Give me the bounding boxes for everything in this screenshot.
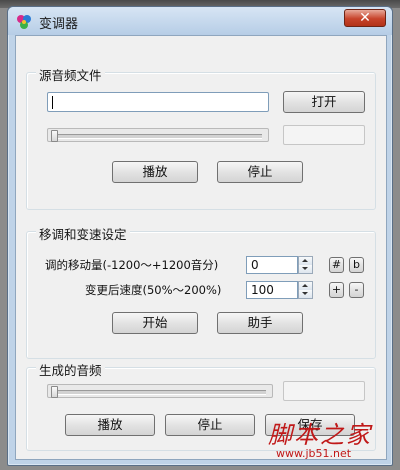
source-time-display xyxy=(283,125,365,145)
speed-input[interactable]: 100 xyxy=(246,281,298,299)
speed-label: 变更后速度(50%～200%) xyxy=(85,283,222,297)
minus-button[interactable]: - xyxy=(349,282,364,298)
pitch-shift-label: 调的移动量(-1200～+1200音分) xyxy=(45,258,219,272)
sharp-button[interactable]: # xyxy=(329,257,344,273)
client-area: 源音频文件 打开 播放 停止 移调和变速设定 调的移动量(-1200～+1200… xyxy=(15,35,387,460)
app-icon xyxy=(17,15,31,29)
title-bar[interactable]: 变调器 ✕ xyxy=(8,7,392,35)
open-button[interactable]: 打开 xyxy=(283,91,365,113)
app-window: 变调器 ✕ 源音频文件 打开 播放 停止 移调和变速设定 调的移动量(-1200… xyxy=(7,6,393,466)
output-group-label: 生成的音频 xyxy=(36,360,105,379)
pitch-shift-spinner[interactable] xyxy=(298,256,313,274)
watermark-text: 脚本之家 xyxy=(268,421,372,449)
source-group-label: 源音频文件 xyxy=(36,65,105,84)
slider-thumb[interactable] xyxy=(51,386,58,398)
slider-groove xyxy=(56,134,262,139)
arrow-up-icon xyxy=(302,259,308,262)
slider-groove xyxy=(56,390,266,395)
pitch-shift-input[interactable]: 0 xyxy=(246,256,298,274)
plus-button[interactable]: + xyxy=(329,282,344,298)
assistant-button[interactable]: 助手 xyxy=(217,312,303,334)
output-position-slider[interactable] xyxy=(47,384,273,398)
start-button[interactable]: 开始 xyxy=(112,312,198,334)
output-play-button[interactable]: 播放 xyxy=(65,414,155,436)
arrow-down-icon xyxy=(302,292,308,295)
source-stop-button[interactable]: 停止 xyxy=(217,161,303,183)
speed-spinner[interactable] xyxy=(298,281,313,299)
output-time-display xyxy=(283,381,365,401)
close-icon: ✕ xyxy=(359,10,371,26)
source-file-input[interactable] xyxy=(47,92,269,112)
watermark-url: www.jb51.net xyxy=(276,447,352,460)
text-caret xyxy=(52,96,53,109)
source-audio-group: 源音频文件 打开 播放 停止 xyxy=(26,65,376,210)
pitch-speed-settings-group: 移调和变速设定 调的移动量(-1200～+1200音分) 0 # b 变更后速度… xyxy=(26,224,376,359)
arrow-down-icon xyxy=(302,267,308,270)
arrow-up-icon xyxy=(302,284,308,287)
flat-button[interactable]: b xyxy=(349,257,364,273)
slider-thumb[interactable] xyxy=(51,130,58,142)
close-button[interactable]: ✕ xyxy=(344,9,386,27)
spin-down-button[interactable] xyxy=(299,265,312,273)
source-play-button[interactable]: 播放 xyxy=(112,161,198,183)
site-watermark-logo: 脚本之家 www.jb51.net xyxy=(268,415,393,465)
output-stop-button[interactable]: 停止 xyxy=(165,414,255,436)
screenshot: 变调器 ✕ 源音频文件 打开 播放 停止 移调和变速设定 调的移动量(-1200… xyxy=(0,0,400,470)
settings-group-label: 移调和变速设定 xyxy=(36,224,130,243)
spin-down-button[interactable] xyxy=(299,290,312,298)
source-position-slider[interactable] xyxy=(47,128,269,142)
window-title: 变调器 xyxy=(39,17,79,32)
